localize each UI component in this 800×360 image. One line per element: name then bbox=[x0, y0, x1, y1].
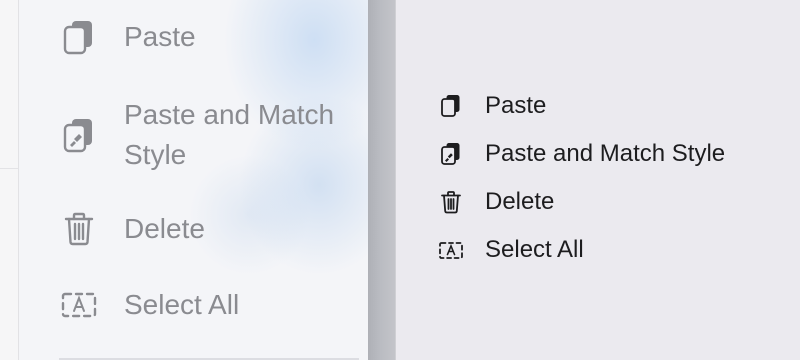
menu-item-paste-match-style[interactable]: Paste and Match Style bbox=[437, 139, 725, 169]
trash-icon bbox=[437, 188, 465, 216]
paste-match-style-icon bbox=[59, 115, 99, 155]
blurred-menu-label: Paste bbox=[124, 21, 196, 52]
document-page-edge bbox=[0, 0, 19, 360]
menu-item-label: Select All bbox=[485, 236, 584, 263]
blurred-context-menu: Paste Paste and Match Style Delete Selec… bbox=[19, 0, 368, 360]
menu-item-select-all[interactable]: Select All bbox=[437, 235, 584, 265]
menu-item-label: Delete bbox=[485, 188, 555, 215]
menu-item-paste[interactable]: Paste bbox=[437, 91, 546, 121]
paste-icon bbox=[59, 17, 99, 57]
blurred-menu-label: Delete bbox=[124, 213, 205, 244]
menu-item-label: Paste and Match Style bbox=[485, 140, 726, 167]
trash-icon bbox=[59, 209, 99, 249]
page-rule bbox=[0, 168, 18, 169]
blurred-menu-item-paste[interactable]: Paste bbox=[59, 17, 196, 57]
panel-divider bbox=[368, 0, 396, 360]
blurred-menu-label: Select All bbox=[124, 289, 240, 320]
blurred-menu-item-select-all[interactable]: Select All bbox=[59, 285, 239, 325]
paste-icon bbox=[437, 92, 465, 120]
menu-item-delete[interactable]: Delete bbox=[437, 187, 554, 217]
menu-item-label: Paste bbox=[485, 92, 547, 119]
context-menu: Paste Paste and Match Style Delete Selec… bbox=[397, 0, 800, 360]
blurred-menu-item-delete[interactable]: Delete bbox=[59, 209, 205, 249]
blurred-menu-label: Paste and Match Style bbox=[124, 99, 335, 170]
select-all-icon bbox=[437, 236, 465, 264]
select-all-icon bbox=[59, 285, 99, 325]
blurred-menu-item-paste-match-style[interactable]: Paste and Match Style bbox=[59, 95, 344, 175]
paste-match-style-icon bbox=[437, 140, 465, 168]
